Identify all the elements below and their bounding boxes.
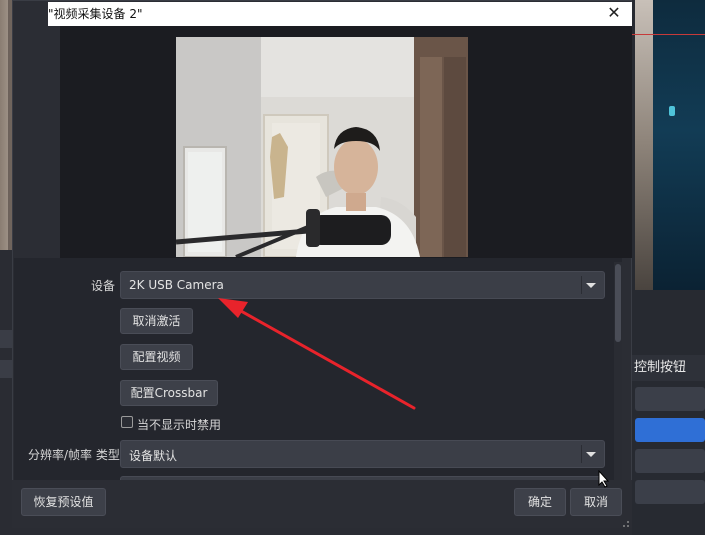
background-bottom-strip — [14, 528, 632, 535]
resolution-type-select[interactable]: 设备默认 — [120, 440, 605, 468]
background-panel-right: 控制按钮 — [632, 0, 705, 535]
select-divider — [581, 445, 582, 463]
controls-panel-title: 控制按钮 — [632, 355, 705, 381]
background-preview-thumbnail — [653, 0, 705, 290]
resolution-type-value: 设备默认 — [129, 449, 178, 463]
device-label: 设备 — [91, 279, 116, 293]
configure-crossbar-button[interactable]: 配置Crossbar — [120, 380, 218, 406]
settings-scrollbar-thumb[interactable] — [615, 264, 621, 342]
chevron-down-icon — [586, 283, 596, 288]
controls-button-active[interactable] — [635, 418, 705, 442]
select-divider — [581, 276, 582, 294]
camera-preview-image — [176, 37, 468, 257]
close-icon[interactable]: ✕ — [604, 3, 624, 23]
device-select-value: 2K USB Camera — [129, 278, 224, 292]
device-select[interactable]: 2K USB Camera — [120, 271, 605, 299]
cancel-button[interactable]: 取消 — [570, 488, 622, 516]
screen: 控制按钮 "视频采集设备 2" ✕ 设备 2K USB Camera 取消激活 … — [0, 0, 705, 535]
deactivate-button[interactable]: 取消激活 — [120, 308, 193, 334]
dialog-title: "视频采集设备 2" — [48, 7, 143, 21]
disable-when-hidden-label: 当不显示时禁用 — [137, 418, 222, 432]
disable-when-hidden-checkbox[interactable] — [121, 416, 133, 428]
background-red-guide — [632, 34, 705, 35]
controls-button[interactable] — [635, 387, 705, 411]
controls-button[interactable] — [635, 480, 705, 504]
resolution-type-label: 分辨率/帧率 类型 — [28, 448, 120, 462]
background-preview-spot — [669, 106, 675, 116]
configure-video-button[interactable]: 配置视频 — [120, 344, 193, 370]
mouse-cursor-icon — [598, 470, 610, 488]
restore-defaults-button[interactable]: 恢复预设值 — [21, 488, 106, 516]
background-preview-strip — [635, 0, 653, 290]
resize-grip-icon[interactable] — [620, 518, 630, 528]
controls-button[interactable] — [635, 449, 705, 473]
chevron-down-icon — [586, 452, 596, 457]
ok-button[interactable]: 确定 — [514, 488, 566, 516]
dialog-titlebar[interactable]: "视频采集设备 2" ✕ — [48, 2, 632, 26]
